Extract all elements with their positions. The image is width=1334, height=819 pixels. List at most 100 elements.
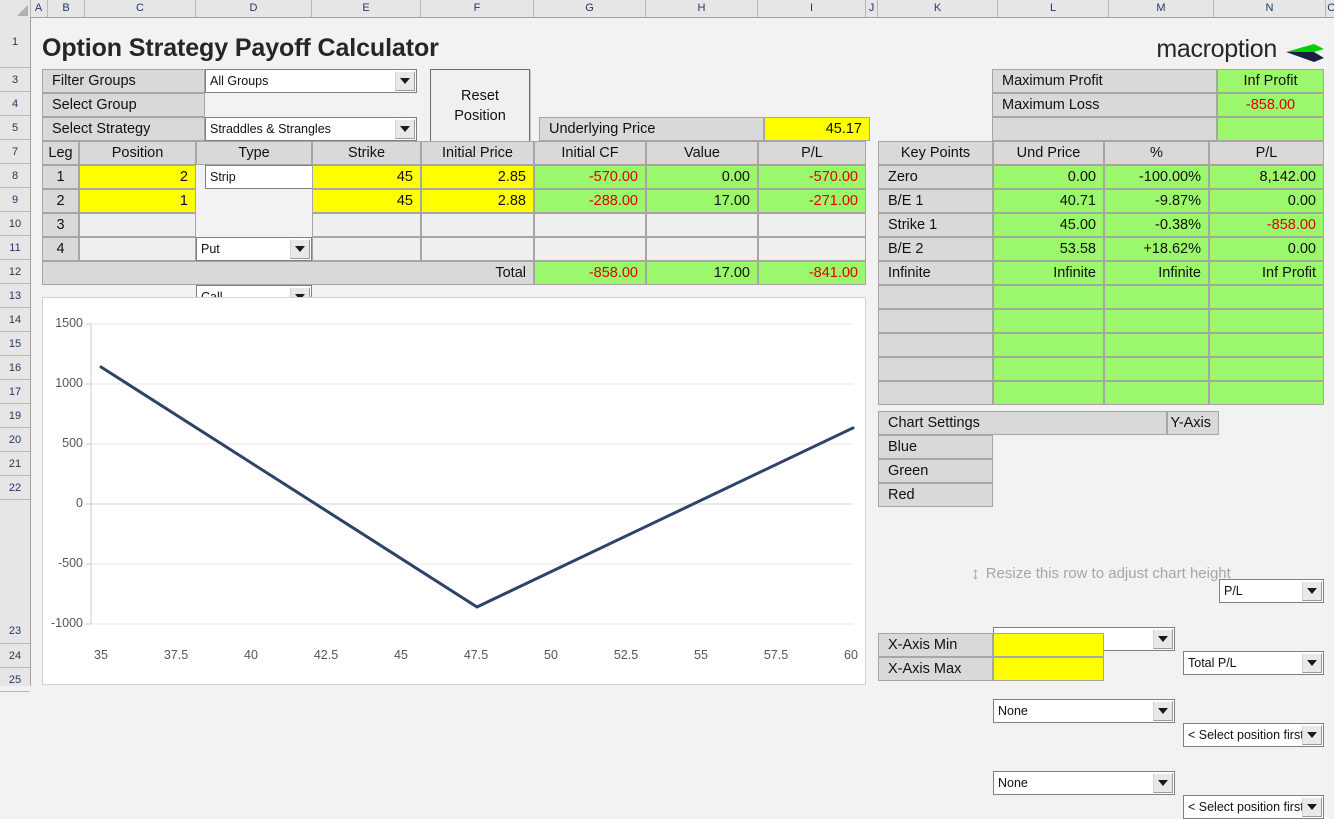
leg-3-strike-input[interactable] xyxy=(312,213,421,237)
chart-series-blue-series-dropdown[interactable]: Total P/L xyxy=(1183,651,1324,675)
key-point-und-price: Infinite xyxy=(993,261,1104,285)
chart-series-red-series-dropdown[interactable]: < Select position first xyxy=(1183,795,1324,819)
row-number: 25 xyxy=(8,674,22,686)
chevron-down-icon[interactable] xyxy=(1302,797,1322,817)
select-strategy-value: Strip xyxy=(210,170,236,184)
row-header-12[interactable]: 12 xyxy=(0,260,30,284)
key-point-row-name xyxy=(878,333,993,357)
leg-3-initial-price-input[interactable] xyxy=(421,213,534,237)
leg-2-strike-input[interactable]: 45 xyxy=(312,189,421,213)
chevron-down-icon[interactable] xyxy=(290,239,310,259)
leg-4-strike-input[interactable] xyxy=(312,237,421,261)
column-header-O[interactable]: O xyxy=(1326,0,1334,17)
key-point-pl xyxy=(1209,309,1324,333)
column-header-K[interactable]: K xyxy=(878,0,998,17)
chevron-down-icon[interactable] xyxy=(395,119,415,139)
x-tick-label: 60 xyxy=(844,648,858,662)
key-point-pct: Infinite xyxy=(1104,261,1209,285)
leg-1-initial-price-input[interactable]: 2.85 xyxy=(421,165,534,189)
row-header-14[interactable]: 14 xyxy=(0,308,30,332)
x-axis-min-input[interactable] xyxy=(993,633,1104,657)
column-header-D[interactable]: D xyxy=(196,0,312,17)
leg-2-initial-price-input[interactable]: 2.88 xyxy=(421,189,534,213)
column-header-A[interactable]: A xyxy=(30,0,48,17)
chevron-down-icon[interactable] xyxy=(395,71,415,91)
key-points-header-name: Key Points xyxy=(878,141,993,165)
leg-4-position-input[interactable] xyxy=(79,237,196,261)
chart-settings-title: Chart Settings xyxy=(878,411,1167,435)
row-header-17[interactable]: 17 xyxy=(0,380,30,404)
leg-3-number: 3 xyxy=(42,213,79,237)
row-header-3[interactable]: 3 xyxy=(0,68,30,92)
leg-1-type-dropdown[interactable]: Put xyxy=(196,237,312,261)
leg-1-position-input[interactable]: 2 xyxy=(79,165,196,189)
key-point-row-name: Infinite xyxy=(878,261,993,285)
row-header-1[interactable]: 1 xyxy=(0,17,30,68)
row-header-15[interactable]: 15 xyxy=(0,332,30,356)
leg-4-initial-price-input[interactable] xyxy=(421,237,534,261)
underlying-price-input[interactable]: 45.17 xyxy=(764,117,870,141)
worksheet-body: Option Strategy Payoff Calculator macrop… xyxy=(31,18,1334,819)
row-number: 3 xyxy=(11,74,19,86)
chart-series-green-position-dropdown[interactable]: None xyxy=(993,699,1175,723)
chevron-down-icon[interactable] xyxy=(1153,773,1173,793)
legs-total-value: 17.00 xyxy=(646,261,758,285)
row-header-23[interactable]: 23 xyxy=(0,500,30,644)
column-header-M[interactable]: M xyxy=(1109,0,1214,17)
column-header-H[interactable]: H xyxy=(646,0,758,17)
column-header-J[interactable]: J xyxy=(866,0,878,17)
leg-2-position-input[interactable]: 1 xyxy=(79,189,196,213)
chevron-down-icon[interactable] xyxy=(1153,629,1173,649)
row-header-20[interactable]: 20 xyxy=(0,428,30,452)
chevron-down-icon[interactable] xyxy=(1153,701,1173,721)
row-header-25[interactable]: 25 xyxy=(0,668,30,692)
key-point-pl xyxy=(1209,333,1324,357)
x-axis-min-label: X-Axis Min xyxy=(878,633,993,657)
y-tick-label: -1000 xyxy=(51,616,83,630)
chart-settings-y-axis-value: P/L xyxy=(1224,584,1243,598)
leg-1-number: 1 xyxy=(42,165,79,189)
x-axis-max-input[interactable] xyxy=(993,657,1104,681)
row-number: 22 xyxy=(8,482,22,494)
column-header-N[interactable]: N xyxy=(1214,0,1326,17)
row-header-10[interactable]: 10 xyxy=(0,212,30,236)
column-header-L[interactable]: L xyxy=(998,0,1109,17)
key-point-pct xyxy=(1104,309,1209,333)
column-header-I[interactable]: I xyxy=(758,0,866,17)
leg-3-position-input[interactable] xyxy=(79,213,196,237)
filter-groups-dropdown[interactable]: All Groups xyxy=(205,69,417,93)
leg-1-strike-input[interactable]: 45 xyxy=(312,165,421,189)
payoff-chart[interactable]: 1500 1000 500 0 -500 -1000 35 37.5 40 42… xyxy=(42,297,866,685)
row-header-5[interactable]: 5 xyxy=(0,116,30,140)
chevron-down-icon[interactable] xyxy=(1302,653,1322,673)
row-header-24[interactable]: 24 xyxy=(0,644,30,668)
chart-series-green-series-dropdown[interactable]: < Select position first xyxy=(1183,723,1324,747)
reset-position-button[interactable]: Reset Position xyxy=(430,69,530,142)
legs-header-initial-cf: Initial CF xyxy=(534,141,646,165)
row-header-21[interactable]: 21 xyxy=(0,452,30,476)
column-header-C[interactable]: C xyxy=(85,0,196,17)
leg-3-pl xyxy=(758,213,866,237)
key-point-row-name: Zero xyxy=(878,165,993,189)
row-header-19[interactable]: 19 xyxy=(0,404,30,428)
column-header-B[interactable]: B xyxy=(48,0,85,17)
chevron-down-icon[interactable] xyxy=(1302,725,1322,745)
column-header-E[interactable]: E xyxy=(312,0,421,17)
row-header-9[interactable]: 9 xyxy=(0,188,30,212)
row-header-4[interactable]: 4 xyxy=(0,92,30,116)
select-all-corner[interactable] xyxy=(0,0,31,17)
chart-series-red-position-dropdown[interactable]: None xyxy=(993,771,1175,795)
row-header-11[interactable]: 11 xyxy=(0,236,30,260)
row-header-16[interactable]: 16 xyxy=(0,356,30,380)
row-header-7[interactable]: 7 xyxy=(0,140,30,164)
column-header-G[interactable]: G xyxy=(534,0,646,17)
leg-4-value xyxy=(646,237,758,261)
row-header-8[interactable]: 8 xyxy=(0,164,30,188)
key-point-row-name: B/E 1 xyxy=(878,189,993,213)
resize-row-hint: ↕ Resize this row to adjust chart height xyxy=(878,561,1324,585)
select-group-dropdown[interactable]: Straddles & Strangles xyxy=(205,117,417,141)
column-header-F[interactable]: F xyxy=(421,0,534,17)
row-header-22[interactable]: 22 xyxy=(0,476,30,500)
row-header-13[interactable]: 13 xyxy=(0,284,30,308)
x-tick-label: 42.5 xyxy=(313,648,339,662)
